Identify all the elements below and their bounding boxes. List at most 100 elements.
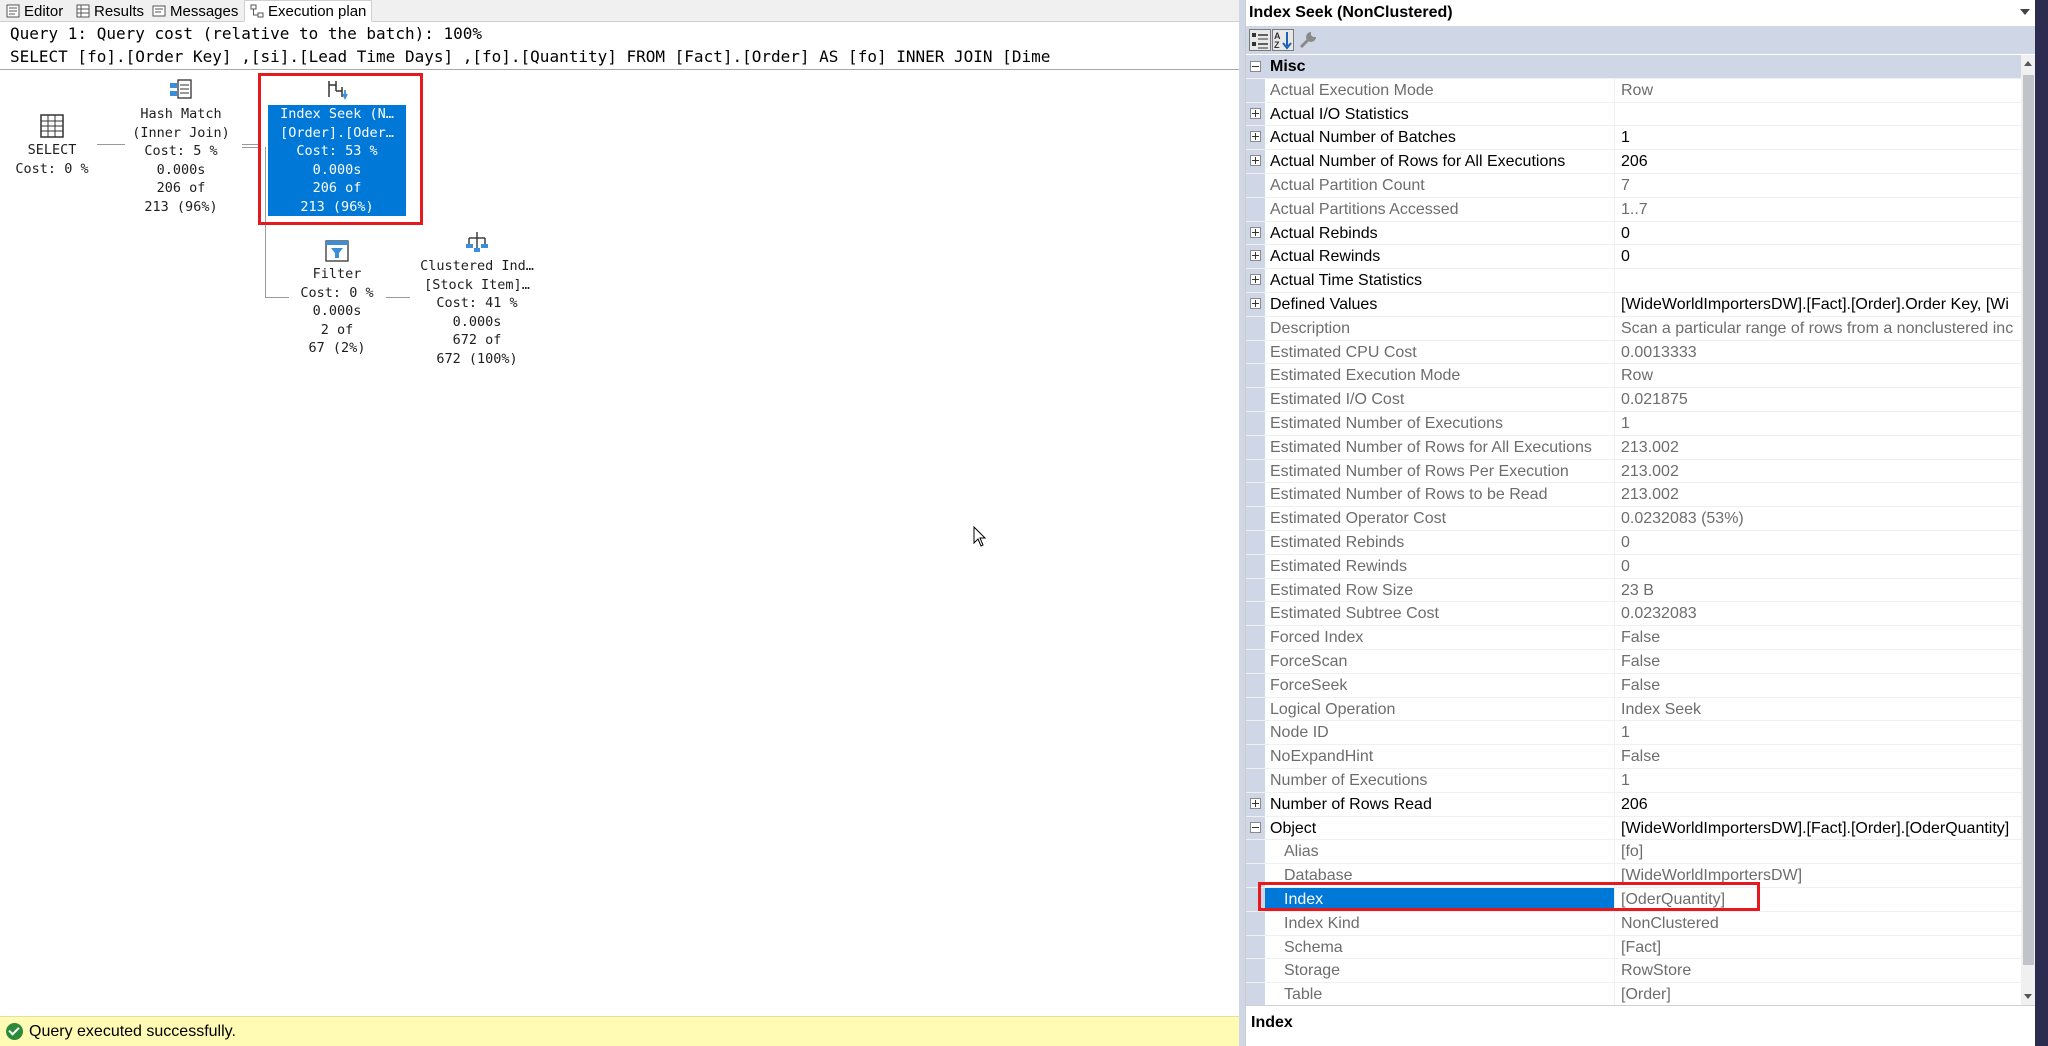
tab-execution-plan-label: Execution plan — [268, 2, 367, 20]
property-row[interactable]: Actual Partition Count 7 — [1246, 174, 2021, 198]
tab-messages[interactable]: Messages — [152, 0, 238, 22]
expand-plus-icon[interactable] — [1250, 797, 1261, 809]
property-value: 1 — [1614, 721, 2021, 745]
property-row[interactable]: Defined Values [WideWorldImportersDW].[Fa… — [1246, 293, 2021, 317]
property-row[interactable]: Actual I/O Statistics — [1246, 102, 2021, 127]
grid-icon — [76, 4, 90, 18]
property-row[interactable]: Actual Number of Rows for All Executions… — [1246, 150, 2021, 174]
expand-plus-icon[interactable] — [1250, 131, 1261, 143]
property-row[interactable]: Alias [fo] — [1246, 840, 2021, 865]
property-row[interactable]: ForceSeek False — [1246, 673, 2021, 698]
query-header: Query 1: Query cost (relative to the bat… — [0, 22, 1239, 70]
property-row[interactable]: Estimated Row Size 23 B — [1246, 578, 2021, 603]
expand-plus-icon[interactable] — [1250, 226, 1261, 238]
tab-messages-label: Messages — [170, 2, 239, 20]
collapse-minus-icon[interactable] — [1250, 61, 1261, 72]
tab-editor-label: Editor — [24, 2, 64, 20]
property-row[interactable]: Object [WideWorldImportersDW].[Fact].[Ord… — [1246, 816, 2021, 841]
property-row[interactable]: Actual Rewinds 0 — [1246, 245, 2021, 270]
property-name: Storage — [1284, 962, 1341, 980]
property-row[interactable]: Estimated Operator Cost 0.0232083 (53%) — [1246, 507, 2021, 531]
expand-plus-icon[interactable] — [1250, 274, 1261, 286]
row-gutter — [1246, 578, 1265, 602]
property-name: Estimated Operator Cost — [1270, 510, 1447, 528]
tab-execution-plan[interactable]: Execution plan — [244, 0, 373, 22]
properties-toolbar: A Z — [1246, 26, 2036, 54]
property-row[interactable]: Actual Time Statistics — [1246, 269, 2021, 293]
property-row[interactable]: Forced Index False — [1246, 626, 2021, 650]
property-row[interactable]: Description Scan a particular range of ro… — [1246, 316, 2021, 341]
tab-editor[interactable]: Editor — [6, 0, 63, 22]
expand-plus-icon[interactable] — [1250, 298, 1261, 309]
row-gutter — [1246, 78, 1265, 102]
property-name: Table — [1284, 986, 1323, 1004]
properties-object-selector[interactable]: Index Seek (NonClustered) — [1246, 0, 2036, 26]
property-value: NonClustered — [1614, 911, 2021, 935]
expand-plus-icon[interactable] — [1250, 107, 1261, 119]
property-pages-button[interactable] — [1298, 29, 1320, 51]
hash-match-time: 0.000s — [156, 161, 206, 178]
property-name: Defined Values — [1270, 296, 1378, 313]
property-value: 213.002 — [1614, 483, 2021, 507]
mouse-cursor-icon — [973, 526, 987, 547]
property-value: 213.002 — [1614, 435, 2021, 459]
clustered-rows-est: 672 (100%) — [436, 350, 518, 367]
property-row[interactable]: Storage RowStore — [1246, 959, 2021, 984]
hash-match-rows-est: 213 (96%) — [144, 198, 218, 215]
categorized-button[interactable] — [1249, 29, 1271, 51]
plan-node-clustered-index[interactable]: Clustered Ind… [Stock Item]… Cost: 41 % … — [410, 229, 544, 368]
alphabetical-button[interactable]: A Z — [1272, 29, 1294, 51]
property-row[interactable]: Estimated Execution Mode Row — [1246, 364, 2021, 389]
property-category-row[interactable]: Misc — [1246, 55, 2021, 79]
property-name: Misc — [1270, 58, 1306, 75]
plan-node-filter[interactable]: Filter Cost: 0 % 0.000s 2 of 67 (2%) — [289, 239, 385, 358]
collapse-minus-icon[interactable] — [1250, 821, 1261, 833]
property-row[interactable]: Number of Rows Read 206 — [1246, 792, 2021, 817]
execution-plan-canvas[interactable]: SELECT Cost: 0 % Hash Match (Inner Join)… — [0, 71, 1239, 1016]
status-text: Query executed successfully. — [29, 1022, 236, 1040]
property-row[interactable]: Estimated Rebinds 0 — [1246, 531, 2021, 555]
property-row[interactable]: Estimated I/O Cost 0.021875 — [1246, 388, 2021, 412]
property-value: [Fact] — [1614, 935, 2021, 959]
chevron-down-icon[interactable] — [2020, 9, 2030, 15]
properties-grid[interactable]: Misc Actual Execution Mode Row Actual I/O S… — [1246, 55, 2021, 1005]
scroll-down-icon[interactable] — [2024, 994, 2032, 999]
row-gutter — [1246, 435, 1265, 459]
property-row[interactable]: Schema [Fact] — [1246, 935, 2021, 960]
property-name: Schema — [1284, 938, 1343, 956]
property-row[interactable]: Estimated Number of Rows Per Execution 21… — [1246, 459, 2021, 484]
property-row[interactable]: Actual Number of Batches 1 — [1246, 126, 2021, 151]
property-row[interactable]: Estimated CPU Cost 0.0013333 — [1246, 340, 2021, 365]
plan-node-hash-match[interactable]: Hash Match (Inner Join) Cost: 5 % 0.000s… — [122, 77, 240, 216]
property-row[interactable]: Actual Partitions Accessed 1..7 — [1246, 197, 2021, 222]
alphabetical-icon: A Z — [1272, 29, 1294, 51]
property-row[interactable]: Estimated Rewinds 0 — [1246, 554, 2021, 579]
property-row[interactable]: Index Kind NonClustered — [1246, 911, 2021, 936]
property-row[interactable]: Node ID 1 — [1246, 721, 2021, 746]
property-row[interactable]: Estimated Number of Rows for All Executi… — [1246, 435, 2021, 460]
scroll-up-icon[interactable] — [2024, 61, 2032, 66]
expand-plus-icon[interactable] — [1250, 250, 1261, 262]
ssms-window: Editor Results Messages Execution plan Q… — [0, 0, 2048, 1046]
property-row[interactable]: Estimated Number of Rows to be Read 213.0… — [1246, 483, 2021, 508]
property-row[interactable]: Actual Rebinds 0 — [1246, 221, 2021, 246]
property-description-panel: Index — [1246, 1005, 2036, 1046]
property-row[interactable]: Estimated Subtree Cost 0.0232083 — [1246, 602, 2021, 627]
property-row[interactable]: Estimated Number of Executions 1 — [1246, 412, 2021, 436]
property-row[interactable]: NoExpandHint False — [1246, 745, 2021, 769]
property-value: 0.0232083 — [1614, 602, 2021, 626]
property-row[interactable]: Actual Execution Mode Row — [1246, 78, 2021, 103]
property-row[interactable]: Logical Operation Index Seek — [1246, 697, 2021, 722]
property-row[interactable]: Table [Order] — [1246, 983, 2021, 1005]
row-gutter — [1246, 959, 1265, 983]
tab-results[interactable]: Results — [76, 0, 144, 22]
property-name: Estimated Number of Executions — [1270, 415, 1503, 432]
property-row[interactable]: Number of Executions 1 — [1246, 769, 2021, 793]
plan-node-select[interactable]: SELECT Cost: 0 % — [10, 113, 94, 178]
property-row[interactable]: ForceScan False — [1246, 650, 2021, 674]
scroll-thumb[interactable] — [2023, 75, 2034, 965]
properties-scrollbar[interactable] — [2021, 55, 2036, 1005]
property-name: Estimated Subtree Cost — [1270, 605, 1439, 623]
expand-plus-icon[interactable] — [1250, 155, 1261, 167]
property-name: Estimated Number of Rows for All Executi… — [1270, 438, 1592, 456]
